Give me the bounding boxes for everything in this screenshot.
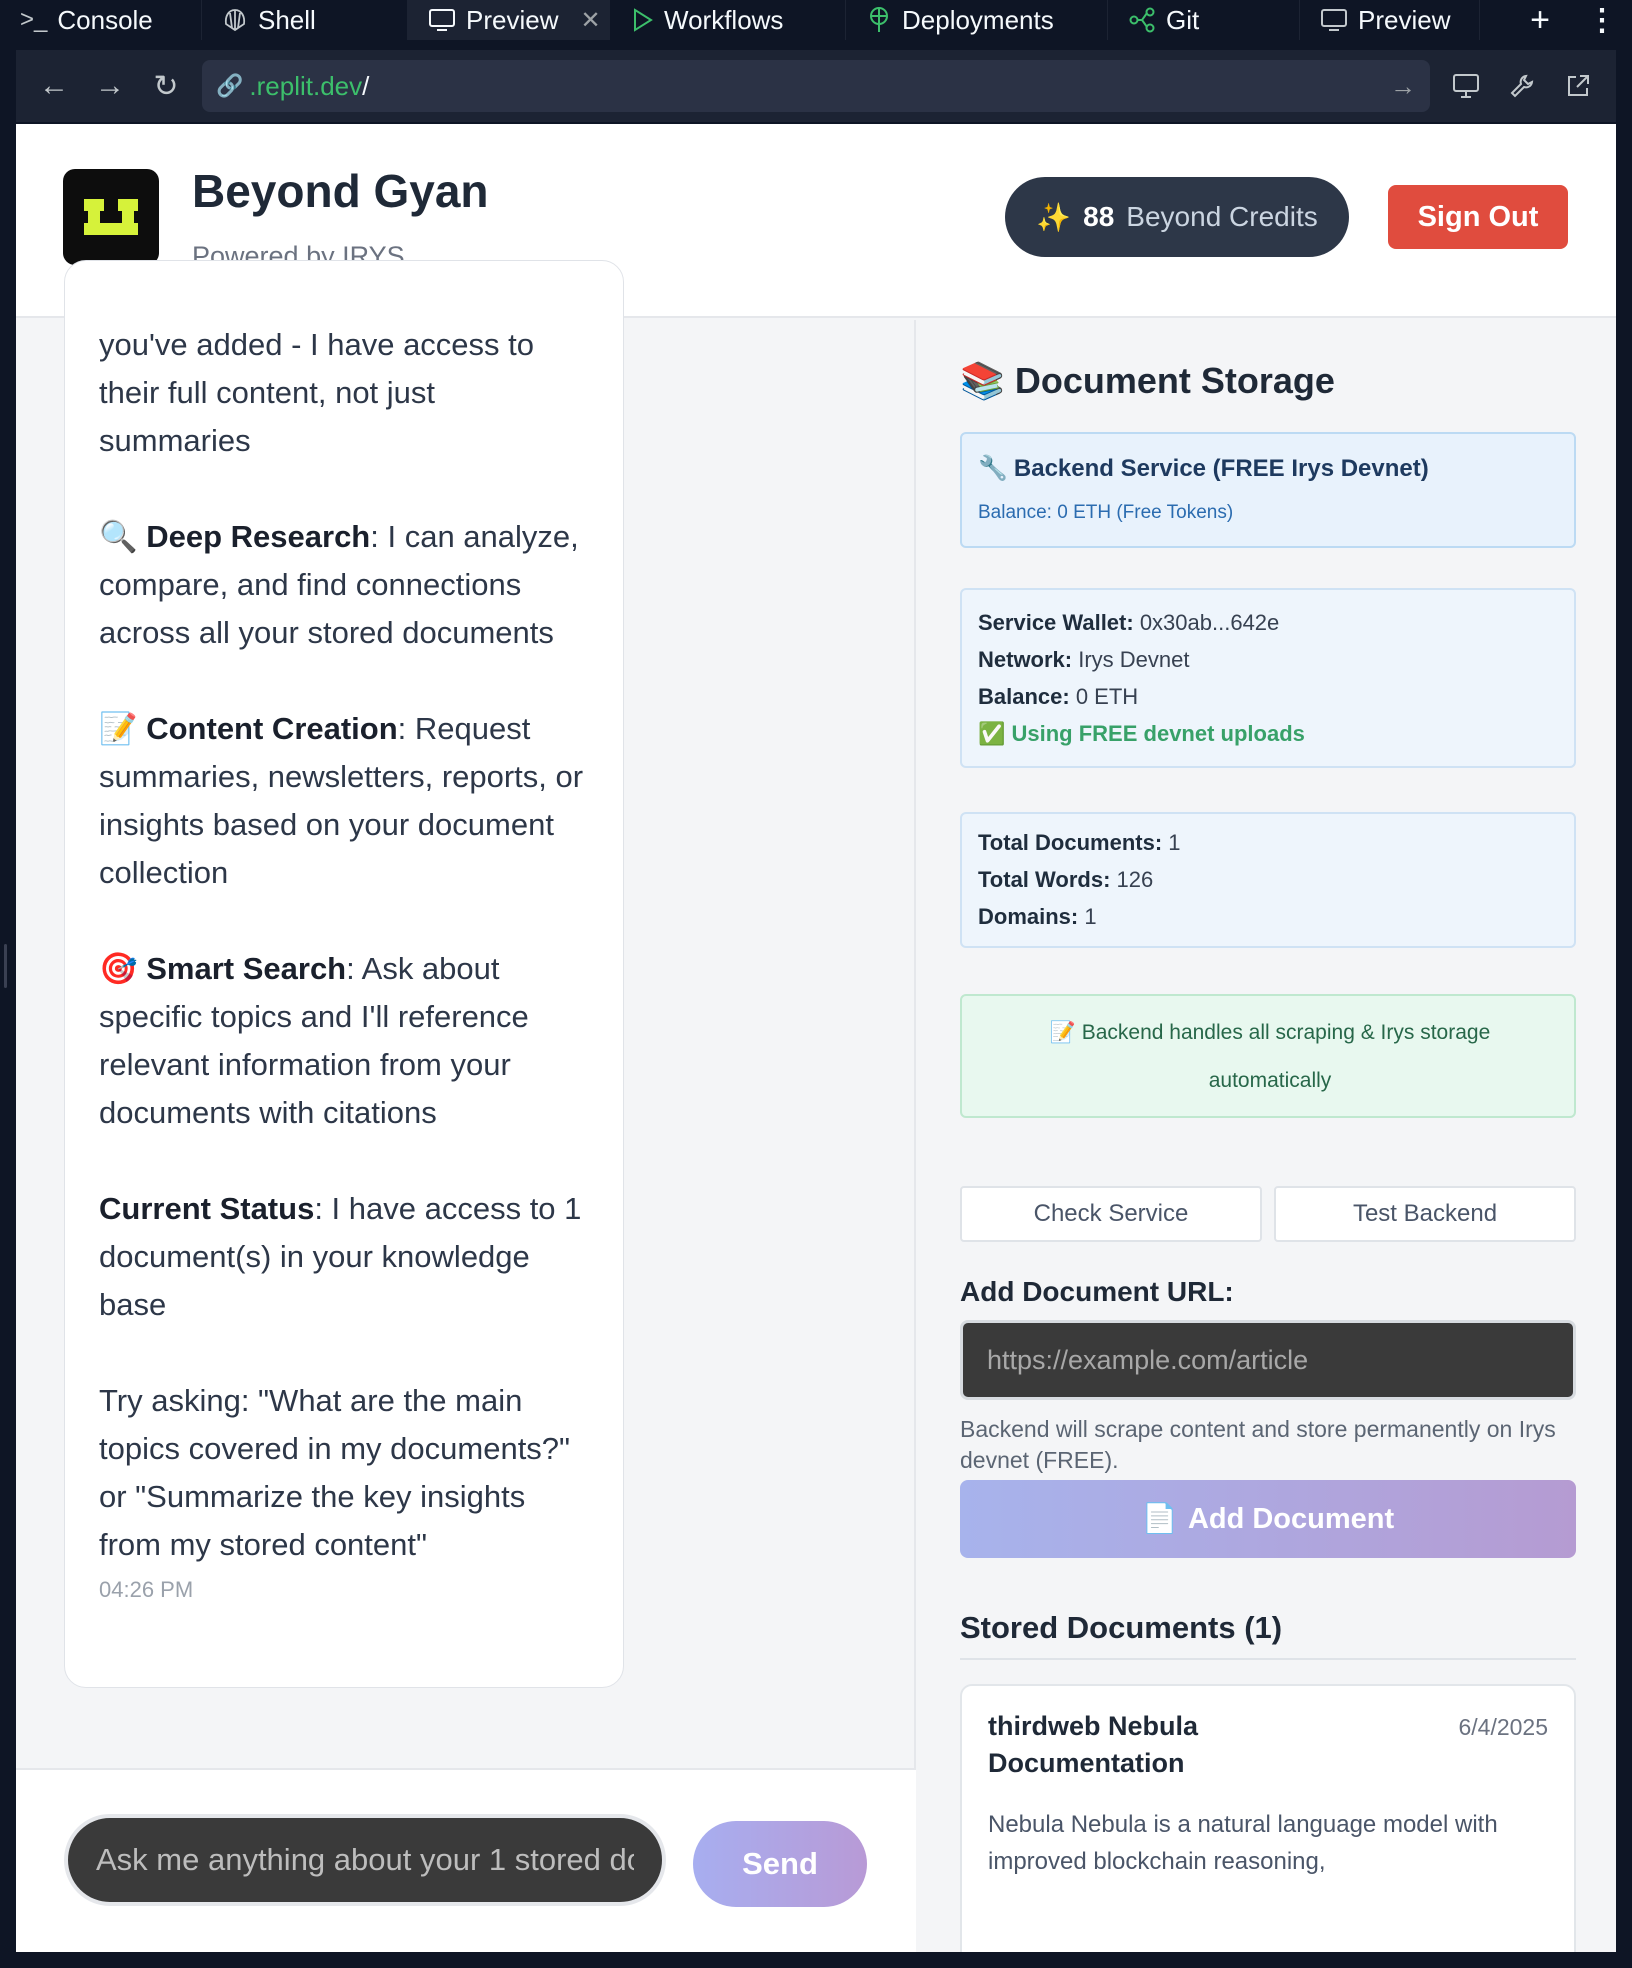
play-icon: [630, 7, 654, 33]
target-icon: 🎯: [99, 951, 138, 986]
close-tab-icon[interactable]: ✕: [580, 6, 600, 35]
memo-icon: 📝: [99, 711, 138, 746]
chat-pane: you've added - I have access to their fu…: [16, 260, 916, 1952]
notice-text: 📝 Backend handles all scraping & Irys st…: [1049, 1021, 1491, 1092]
message-outro: Try asking: "What are the main topics co…: [99, 1383, 571, 1562]
tab-git[interactable]: Git: [1108, 0, 1300, 40]
tab-label: Preview: [1358, 4, 1451, 35]
tab-shell[interactable]: Shell: [202, 0, 408, 40]
total-documents: Total Documents: 1: [978, 830, 1181, 855]
git-icon: [1128, 7, 1156, 33]
wrench-icon: 🔧: [978, 455, 1008, 482]
tab-label: Workflows: [664, 4, 784, 35]
tab-preview-2[interactable]: Preview: [1300, 0, 1480, 40]
tab-deployments[interactable]: Deployments: [846, 0, 1108, 40]
wallet-info-box: Service Wallet: 0x30ab...642e Network: I…: [960, 588, 1576, 768]
device-view-icon[interactable]: [1438, 58, 1494, 114]
more-menu-icon[interactable]: ⋮: [1572, 3, 1632, 38]
tab-preview-active[interactable]: Preview ✕: [408, 0, 610, 40]
tab-label: Shell: [258, 4, 316, 35]
tab-label: Preview: [466, 4, 559, 35]
credits-label: Beyond Credits: [1126, 201, 1318, 232]
books-icon: 📚: [960, 360, 1005, 401]
tab-workflows[interactable]: Workflows: [610, 0, 846, 40]
devnet-status: ✅ Using FREE devnet uploads: [978, 721, 1305, 746]
test-backend-button[interactable]: Test Backend: [1274, 1186, 1576, 1242]
assistant-message: you've added - I have access to their fu…: [64, 260, 624, 1688]
app-title: Beyond Gyan: [192, 165, 489, 217]
message-item: 📝 Content Creation: Request summaries, n…: [99, 711, 584, 890]
sidebar-title: 📚 Document Storage: [960, 360, 1335, 401]
stats-box: Total Documents: 1 Total Words: 126 Doma…: [960, 812, 1576, 948]
domains: Domains: 1: [978, 904, 1097, 929]
new-tab-plus-icon[interactable]: +: [1508, 1, 1572, 40]
shell-icon: [222, 7, 248, 33]
add-url-label: Add Document URL:: [960, 1276, 1234, 1307]
message-timestamp: 04:26 PM: [99, 1577, 194, 1602]
pane-resize-handle[interactable]: [4, 944, 7, 988]
message-item: 🔍 Deep Research: I can analyze, compare,…: [99, 519, 579, 650]
link-icon: 🔗: [216, 73, 244, 98]
monitor-icon: [428, 7, 456, 33]
back-arrow-icon[interactable]: ←: [26, 58, 82, 114]
chat-composer: Send: [16, 1768, 916, 1952]
document-date: 6/4/2025: [1458, 1714, 1548, 1740]
document-url-input[interactable]: [960, 1320, 1576, 1400]
add-document-button[interactable]: 📄 Add Document: [960, 1480, 1576, 1558]
service-title: Backend Service (FREE Irys Devnet): [1013, 454, 1429, 482]
reload-icon[interactable]: ↻: [138, 58, 194, 114]
document-title: thirdweb Nebula Documentation: [988, 1711, 1199, 1778]
wallet-balance: Balance: 0 ETH: [978, 684, 1139, 709]
go-arrow-icon[interactable]: →: [1390, 71, 1416, 102]
terminal-icon: >_: [20, 6, 48, 33]
message-item: Current Status: I have access to 1 docum…: [99, 1191, 582, 1322]
total-words: Total Words: 126: [978, 867, 1154, 892]
url-hint: Backend will scrape content and store pe…: [960, 1416, 1556, 1473]
url-host: .replit.dev: [249, 70, 363, 101]
check-service-button[interactable]: Check Service: [960, 1186, 1262, 1242]
tab-label: Console: [57, 4, 153, 35]
url-path: /: [362, 70, 370, 101]
service-wallet: Service Wallet: 0x30ab...642e: [978, 610, 1280, 635]
monitor-icon: [1320, 7, 1348, 33]
devtools-wrench-icon[interactable]: [1494, 58, 1550, 114]
open-new-window-icon[interactable]: [1550, 58, 1606, 114]
message-intro: you've added - I have access to their fu…: [99, 327, 535, 458]
preview-url-bar: ← → ↻ 🔗 .replit.dev / →: [16, 50, 1616, 122]
network: Network: Irys Devnet: [978, 647, 1190, 672]
backend-service-box: 🔧 Backend Service (FREE Irys Devnet) Bal…: [960, 432, 1576, 548]
page-icon: 📄: [1141, 1503, 1178, 1535]
document-description: Nebula Nebula is a natural language mode…: [988, 1811, 1498, 1875]
credits-count: 88: [1083, 201, 1115, 232]
forward-arrow-icon[interactable]: →: [82, 58, 138, 114]
workspace-tab-bar: >_ Console Shell Preview ✕ Workflows Dep…: [0, 0, 1632, 40]
url-field[interactable]: 🔗 .replit.dev / →: [202, 60, 1430, 112]
tab-console[interactable]: >_ Console: [0, 0, 202, 40]
sparkles-icon: ✨: [1036, 201, 1072, 233]
chat-input[interactable]: [64, 1814, 666, 1906]
document-storage-sidebar: 📚 Document Storage 🔧 Backend Service (FR…: [918, 320, 1616, 1952]
beyond-gyan-logo: [63, 169, 159, 265]
stored-documents-title: Stored Documents (1): [960, 1610, 1283, 1645]
sign-out-button[interactable]: Sign Out: [1388, 185, 1568, 249]
message-item: 🎯 Smart Search: Ask about specific topic…: [99, 951, 529, 1130]
message-body: you've added - I have access to their fu…: [99, 321, 593, 1569]
backend-notice: 📝 Backend handles all scraping & Irys st…: [960, 994, 1576, 1118]
send-button[interactable]: Send: [693, 1821, 867, 1907]
tab-label: Git: [1166, 4, 1200, 35]
app-viewport: Beyond Gyan Powered by IRYS ✨ 88 Beyond …: [16, 124, 1616, 1952]
document-card[interactable]: thirdweb Nebula Documentation 6/4/2025 N…: [960, 1684, 1576, 1952]
credits-badge: ✨ 88 Beyond Credits: [1005, 177, 1349, 257]
service-balance: Balance: 0 ETH (Free Tokens): [978, 502, 1234, 523]
magnifier-icon: 🔍: [99, 519, 138, 554]
tab-label: Deployments: [902, 4, 1054, 35]
divider: [960, 1658, 1576, 1660]
deploy-icon: [866, 6, 892, 34]
